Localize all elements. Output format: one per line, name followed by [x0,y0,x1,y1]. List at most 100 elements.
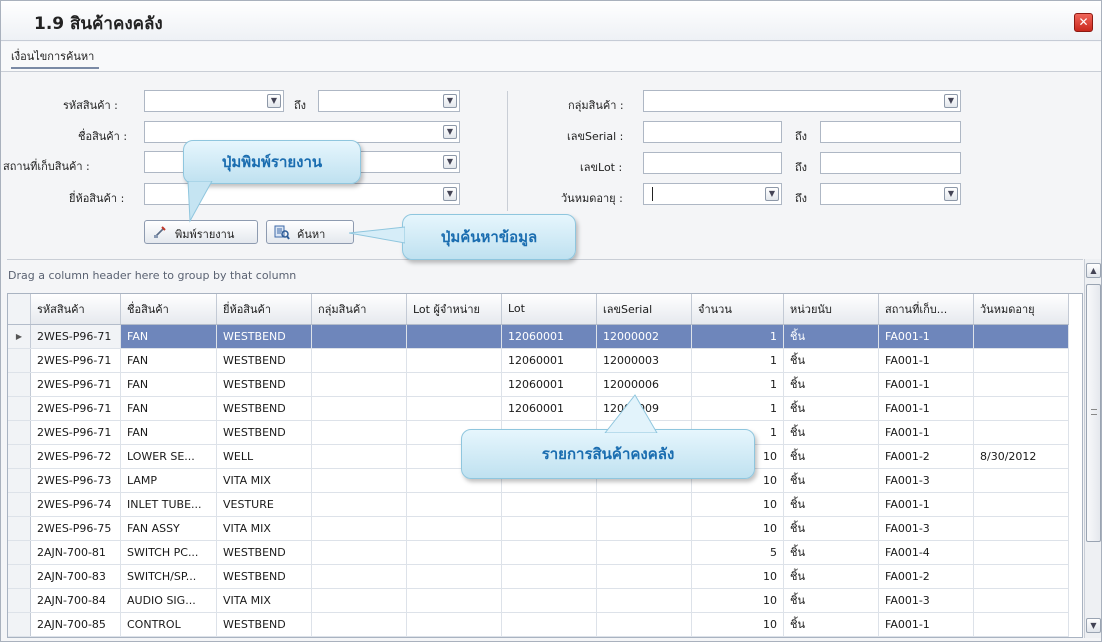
close-button[interactable]: ✕ [1074,13,1093,32]
table-cell[interactable] [596,588,692,613]
table-cell[interactable] [406,324,502,349]
table-cell[interactable]: FAN [120,372,217,397]
column-header[interactable]: Lot [501,294,597,325]
table-cell[interactable] [311,468,407,493]
table-cell[interactable]: ชิ้น [783,444,879,469]
table-cell[interactable] [311,444,407,469]
row-indicator[interactable] [8,396,31,421]
table-cell[interactable]: 2AJN-700-83 [30,564,121,589]
table-cell[interactable]: SWITCH/SP... [120,564,217,589]
table-cell[interactable] [973,564,1069,589]
table-cell[interactable]: 2WES-P96-71 [30,396,121,421]
expiry-to-date[interactable]: ▼ [820,183,961,205]
chevron-down-icon[interactable]: ▼ [443,155,457,169]
table-cell[interactable] [406,372,502,397]
table-cell[interactable]: VITA MIX [216,468,312,493]
table-cell[interactable]: WESTBEND [216,564,312,589]
table-cell[interactable]: VITA MIX [216,516,312,541]
table-cell[interactable] [311,612,407,637]
row-indicator[interactable] [8,348,31,373]
table-cell[interactable]: 10 [691,612,784,637]
chevron-down-icon[interactable]: ▼ [267,94,281,108]
table-cell[interactable]: 1 [691,324,784,349]
table-cell[interactable]: 10 [691,564,784,589]
column-header[interactable]: กลุ่มสินค้า [311,294,407,325]
table-cell[interactable]: 12000002 [596,324,692,349]
table-row[interactable]: 2AJN-700-84 AUDIO SIG... VITA MIX 10 ชิ้น FA0… [8,588,1069,613]
table-cell[interactable]: ชิ้น [783,492,879,517]
lot-to-input[interactable] [820,152,961,174]
table-cell[interactable]: FAN [120,348,217,373]
table-cell[interactable] [596,540,692,565]
chevron-down-icon[interactable]: ▼ [944,94,958,108]
column-header[interactable]: เลขSerial [596,294,692,325]
column-header[interactable]: รหัสสินค้า [30,294,121,325]
table-cell[interactable] [596,612,692,637]
row-indicator[interactable] [8,540,31,565]
table-cell[interactable]: FA001-2 [878,564,974,589]
table-cell[interactable] [311,492,407,517]
column-header[interactable]: สถานที่เก็บ... [878,294,974,325]
table-cell[interactable] [311,396,407,421]
chevron-down-icon[interactable]: ▼ [443,125,457,139]
table-cell[interactable]: 12060001 [501,348,597,373]
table-cell[interactable] [973,324,1069,349]
row-indicator[interactable] [8,372,31,397]
table-cell[interactable]: ชิ้น [783,468,879,493]
table-cell[interactable]: 2WES-P96-74 [30,492,121,517]
table-cell[interactable]: FA001-3 [878,588,974,613]
table-cell[interactable]: VESTURE [216,492,312,517]
row-indicator[interactable] [8,564,31,589]
table-cell[interactable]: 2WES-P96-71 [30,420,121,445]
table-row[interactable]: 2WES-P96-75 FAN ASSY VITA MIX 10 ชิ้น FA001-3 [8,516,1069,541]
column-header[interactable]: หน่วยนับ [783,294,879,325]
column-header[interactable]: Lot ผู้จำหน่าย [406,294,502,325]
row-indicator[interactable] [8,588,31,613]
table-cell[interactable]: FAN [120,324,217,349]
row-indicator[interactable] [8,612,31,637]
table-cell[interactable]: ชิ้น [783,588,879,613]
table-cell[interactable]: FA001-1 [878,348,974,373]
table-cell[interactable]: FA001-1 [878,420,974,445]
table-cell[interactable]: WESTBEND [216,324,312,349]
chevron-down-icon[interactable]: ▼ [944,187,958,201]
lot-from-input[interactable] [643,152,782,174]
table-cell[interactable]: WESTBEND [216,612,312,637]
table-cell[interactable]: ชิ้น [783,396,879,421]
table-cell[interactable] [596,492,692,517]
row-indicator[interactable] [8,444,31,469]
table-row[interactable]: 2AJN-700-83 SWITCH/SP... WESTBEND 10 ชิ้น FA0… [8,564,1069,589]
table-cell[interactable]: 1 [691,372,784,397]
table-row[interactable]: 2WES-P96-71FANWESTBEND12060001120000091ช… [8,396,1069,421]
table-cell[interactable]: VITA MIX [216,588,312,613]
table-cell[interactable] [501,540,597,565]
table-cell[interactable]: ชิ้น [783,372,879,397]
table-cell[interactable]: 12060001 [501,396,597,421]
table-cell[interactable]: FA001-1 [878,396,974,421]
table-cell[interactable]: 2WES-P96-71 [30,372,121,397]
table-cell[interactable]: WESTBEND [216,420,312,445]
row-indicator[interactable] [8,492,31,517]
table-cell[interactable] [406,348,502,373]
search-criteria-tab[interactable]: เงื่อนไขการค้นหา [1,42,1101,72]
serial-from-input[interactable] [643,121,782,143]
table-cell[interactable]: 12000003 [596,348,692,373]
column-header[interactable]: ยี่ห้อสินค้า [216,294,312,325]
table-cell[interactable] [973,372,1069,397]
product-code-to-combo[interactable]: ▼ [318,90,460,112]
table-cell[interactable]: ชิ้น [783,324,879,349]
table-cell[interactable] [501,612,597,637]
table-cell[interactable]: ชิ้น [783,516,879,541]
table-cell[interactable]: 2AJN-700-84 [30,588,121,613]
table-cell[interactable]: 2WES-P96-71 [30,348,121,373]
table-cell[interactable] [973,492,1069,517]
table-cell[interactable]: WESTBEND [216,348,312,373]
table-cell[interactable] [973,588,1069,613]
serial-to-input[interactable] [820,121,961,143]
table-cell[interactable]: FAN [120,420,217,445]
table-cell[interactable]: LOWER SE... [120,444,217,469]
table-cell[interactable]: CONTROL [120,612,217,637]
table-row[interactable]: ▶ 2WES-P96-71 FAN WESTBEND 12060001 12000002 1… [8,324,1069,349]
table-cell[interactable]: FA001-1 [878,612,974,637]
table-row[interactable]: 2AJN-700-81 SWITCH PC... WESTBEND 5 ชิ้น FA00… [8,540,1069,565]
